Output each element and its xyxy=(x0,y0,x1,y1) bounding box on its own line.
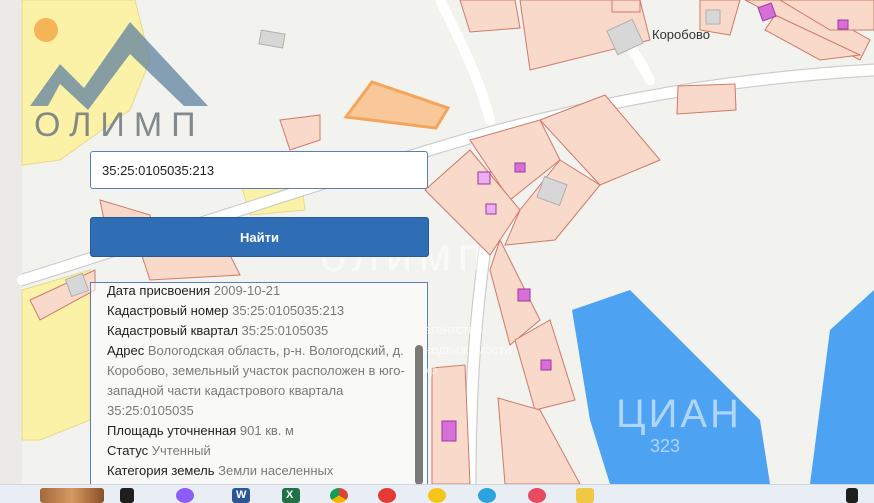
taskbar: W X xyxy=(0,484,874,503)
info-value: Земли населенных xyxy=(218,463,334,478)
info-scrollbar[interactable] xyxy=(415,285,423,484)
info-value: Вологодская область, р-н. Вологодский, д… xyxy=(107,343,405,418)
logo-text: ОЛИМП xyxy=(34,106,205,144)
info-value: 901 кв. м xyxy=(239,423,294,438)
info-label: Кадастровый квартал xyxy=(107,323,238,338)
info-row: Адрес Вологодская область, р-н. Вологодс… xyxy=(107,341,407,421)
parcel-info-content: Дата присвоения 2009-10-21 Кадастровый н… xyxy=(107,283,407,481)
info-label: Дата присвоения xyxy=(107,283,211,298)
start-icon[interactable] xyxy=(120,488,134,503)
cian-watermark-number: 323 xyxy=(650,436,681,456)
alice-icon[interactable] xyxy=(176,488,194,503)
excel-icon[interactable]: X xyxy=(282,488,300,503)
place-label-korobovo: Коробово xyxy=(652,27,710,42)
telegram-icon[interactable] xyxy=(478,488,496,503)
cadastral-number-input[interactable] xyxy=(90,151,428,189)
vk-icon[interactable] xyxy=(528,488,546,503)
info-value: 2009-10-21 xyxy=(213,283,281,298)
find-button[interactable]: Найти xyxy=(90,217,429,257)
yandex-icon[interactable] xyxy=(378,488,396,503)
cian-watermark: ЦИАН xyxy=(616,392,742,436)
info-row: Кадастровый номер 35:25:0105035:213 xyxy=(107,301,407,321)
word-icon[interactable]: W xyxy=(232,488,250,503)
agency-watermark: агентство недвижимости кр xyxy=(424,322,512,377)
info-label: Статус xyxy=(107,443,149,458)
tray-icon[interactable] xyxy=(846,488,858,503)
info-label: Адрес xyxy=(107,343,145,358)
info-value: Учтенный xyxy=(151,443,211,458)
info-value: 35:25:0105035 xyxy=(241,323,329,338)
info-row: Статус Учтенный xyxy=(107,441,407,461)
info-value: 35:25:0105035:213 xyxy=(232,303,345,318)
info-row: Дата присвоения 2009-10-21 xyxy=(107,283,407,301)
info-row: Категория земель Земли населенных xyxy=(107,461,407,481)
info-row: Кадастровый квартал 35:25:0105035 xyxy=(107,321,407,341)
explorer-icon[interactable] xyxy=(576,488,594,503)
info-row: Площадь уточненная 901 кв. м xyxy=(107,421,407,441)
scroll-thumb[interactable] xyxy=(415,345,423,484)
yandex-browser-icon[interactable] xyxy=(428,488,446,503)
chrome-icon[interactable] xyxy=(330,488,348,503)
wood-thumbnail-icon[interactable] xyxy=(40,488,104,503)
info-label: Кадастровый номер xyxy=(107,303,229,318)
info-label: Площадь уточненная xyxy=(107,423,237,438)
parcel-info-panel[interactable]: Дата присвоения 2009-10-21 Кадастровый н… xyxy=(90,282,428,484)
map-edge xyxy=(0,0,22,484)
info-label: Категория земель xyxy=(107,463,215,478)
